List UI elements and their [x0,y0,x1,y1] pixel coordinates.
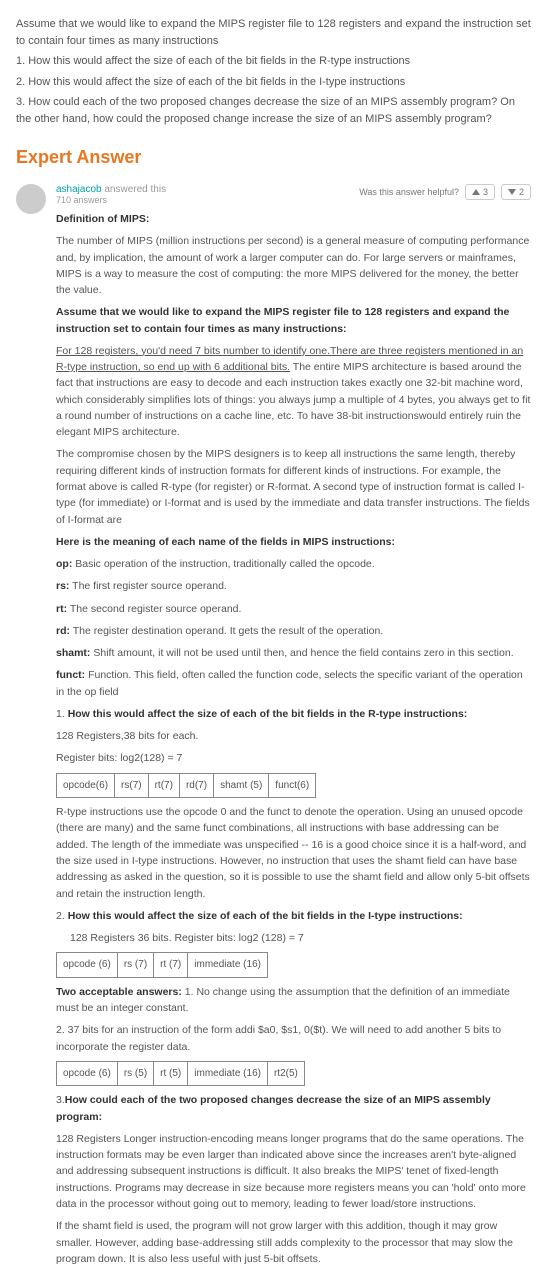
thumbs-down-button[interactable]: 2 [501,184,531,200]
author-line: ashajacob answered this [56,184,166,195]
answer-count: 710 answers [56,195,166,205]
thumbs-down-icon [508,189,516,195]
table-i-type: opcode (6)rs (7)rt (7)immediate (16) [56,952,268,978]
avatar [16,184,46,214]
table-i-type2: opcode (6)rs (5)rt (5)immediate (16)rt2(… [56,1061,305,1087]
thumbs-up-icon [472,189,480,195]
feedback-label: Was this answer helpful? [359,187,459,197]
question-text: Assume that we would like to expand the … [16,16,531,127]
section-header: Expert Answer [16,147,531,168]
answer-body: Definition of MIPS: The number of MIPS (… [56,211,531,1267]
thumbs-up-button[interactable]: 3 [465,184,495,200]
table-r-type: opcode(6)rs(7)rt(7)rd(7)shamt (5)funct(6… [56,773,316,799]
